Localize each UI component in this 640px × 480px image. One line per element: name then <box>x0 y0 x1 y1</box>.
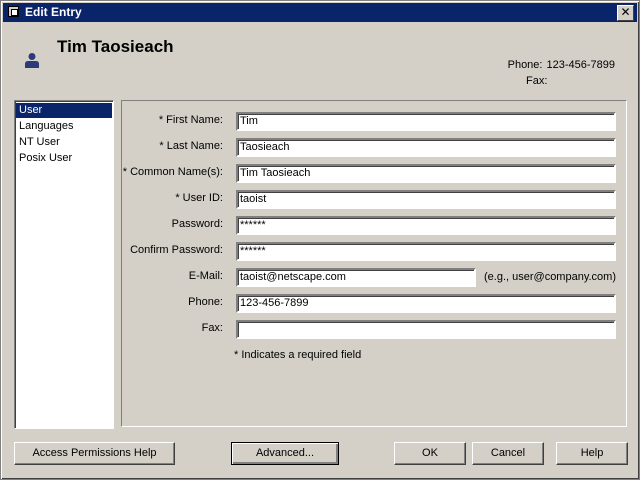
close-icon: ✕ <box>620 5 631 19</box>
window-icon <box>8 6 19 17</box>
header-fax: Fax: <box>526 75 555 87</box>
confirm-password-label: Confirm Password: <box>130 244 223 256</box>
first-name-label: * First Name: <box>158 114 223 126</box>
user-id-label: * User ID: <box>175 192 223 204</box>
header-phone-label: Phone: <box>507 59 543 71</box>
email-label: E-Mail: <box>188 270 223 282</box>
access-permissions-help-button[interactable]: Access Permissions Help <box>14 442 175 465</box>
phone-label: Phone: <box>188 296 223 308</box>
cancel-button[interactable]: Cancel <box>472 442 544 465</box>
edit-entry-window: Edit Entry ✕ Tim Taosieach Phone: 123-456… <box>0 0 640 480</box>
required-field-note: * Indicates a required field <box>234 349 362 361</box>
last-name-field[interactable]: Taosieach <box>236 138 616 157</box>
nav-item-user[interactable]: User <box>16 103 112 118</box>
last-name-label: * Last Name: <box>159 140 223 152</box>
fax-label: Fax: <box>201 322 223 334</box>
password-field[interactable]: ****** <box>236 216 616 235</box>
common-name-field[interactable]: Tim Taosieach <box>236 164 616 183</box>
advanced-button[interactable]: Advanced... <box>231 442 339 465</box>
nav-item-nt-user[interactable]: NT User <box>16 135 112 150</box>
phone-field[interactable]: 123-456-7899 <box>236 294 616 313</box>
title-bar[interactable]: Edit Entry ✕ <box>3 3 637 22</box>
confirm-password-field[interactable]: ****** <box>236 242 616 261</box>
window-title: Edit Entry <box>25 5 82 19</box>
user-id-field[interactable]: taoist <box>236 190 616 209</box>
close-button[interactable]: ✕ <box>617 5 634 21</box>
user-icon <box>25 53 39 68</box>
email-hint: (e.g., user@company.com) <box>484 271 617 283</box>
header-fax-label: Fax: <box>526 75 548 87</box>
common-name-label: * Common Name(s): <box>122 166 223 178</box>
nav-item-languages[interactable]: Languages <box>16 119 112 134</box>
fax-field[interactable] <box>236 320 616 339</box>
first-name-field[interactable]: Tim <box>236 112 616 131</box>
header-phone-value: 123-456-7899 <box>546 59 615 71</box>
nav-item-posix-user[interactable]: Posix User <box>16 151 112 166</box>
email-field[interactable]: taoist@netscape.com <box>236 268 476 287</box>
entry-name: Tim Taosieach <box>57 37 174 56</box>
header-phone: Phone: 123-456-7899 <box>508 59 619 71</box>
help-button[interactable]: Help <box>556 442 628 465</box>
password-label: Password: <box>171 218 223 230</box>
category-list[interactable]: User Languages NT User Posix User <box>14 100 114 429</box>
ok-button[interactable]: OK <box>394 442 466 465</box>
